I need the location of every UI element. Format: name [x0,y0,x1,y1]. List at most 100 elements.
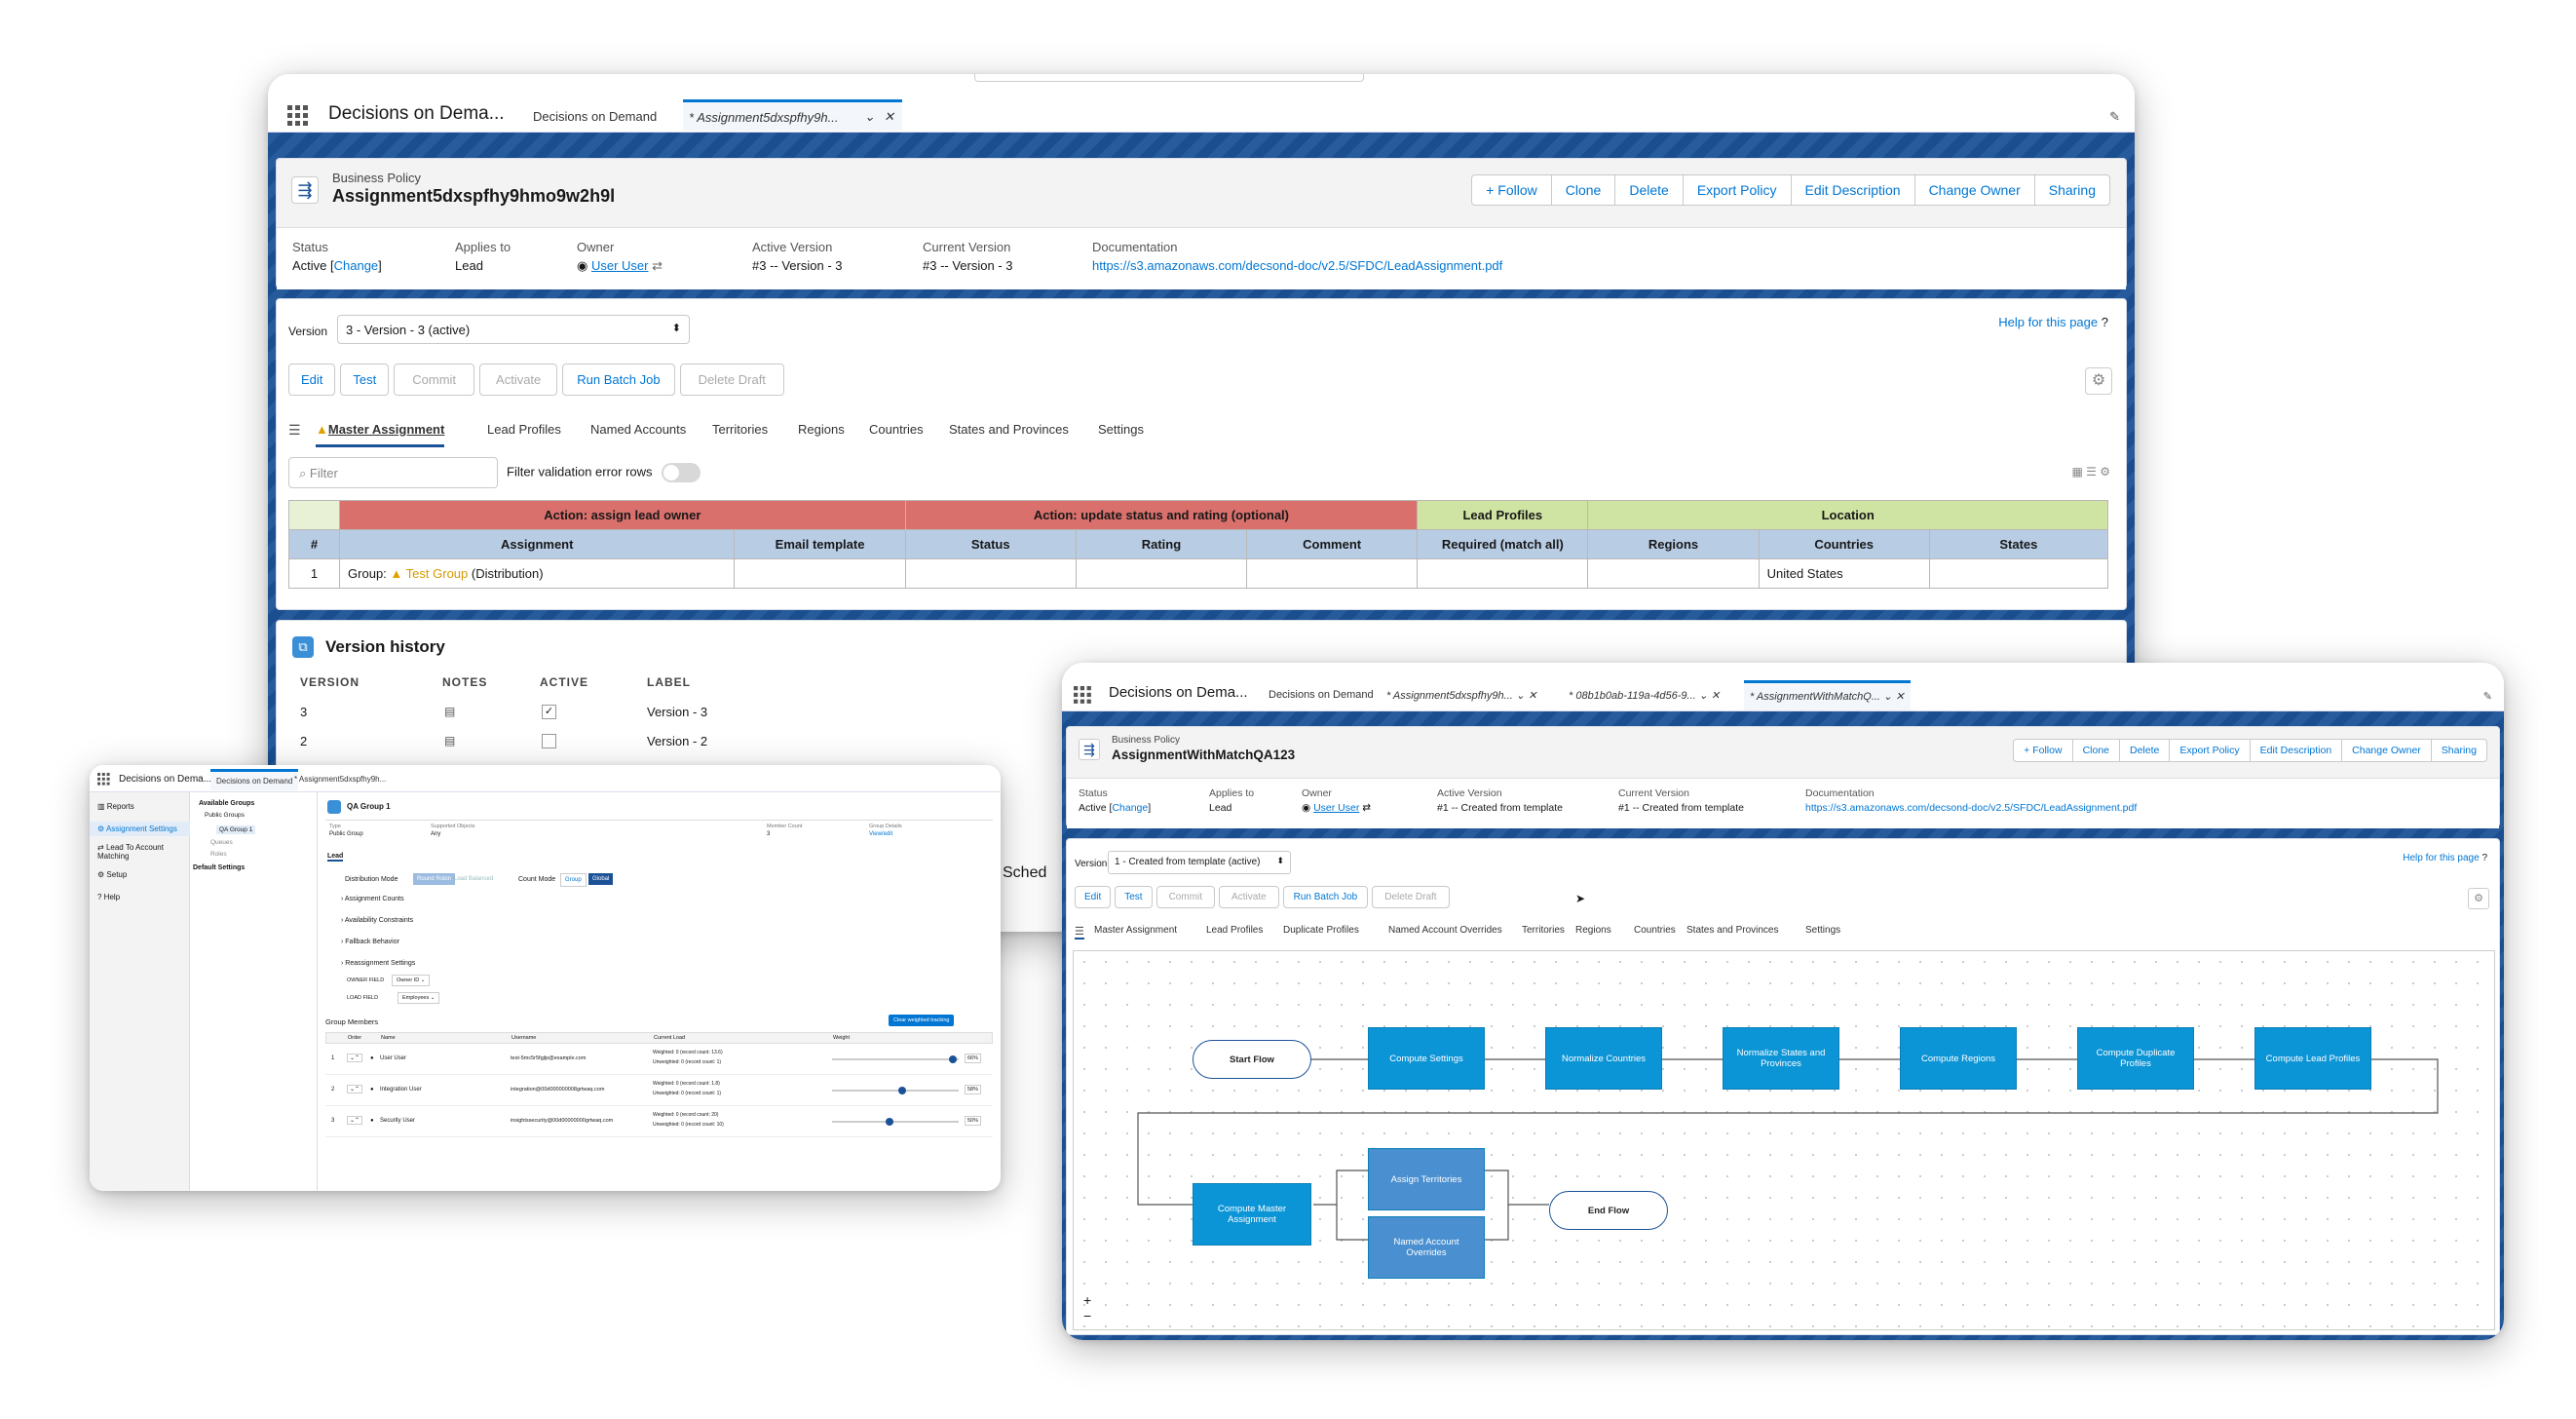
filter-validation-toggle[interactable]: Filter validation error rows [507,463,701,482]
slider-handle[interactable] [885,1118,893,1126]
help-link[interactable]: Help for this page ? [2403,853,2487,863]
tree-public-groups[interactable]: Public Groups [205,812,245,819]
edit-description-button[interactable]: Edit Description [1790,174,1915,206]
tab-lead[interactable]: Lead [327,853,344,862]
load-field-select[interactable]: Employees ⌄ [398,992,440,1004]
close-icon[interactable]: ✕ [1711,690,1720,702]
compute-regions-node[interactable]: Compute Regions [1900,1027,2017,1090]
compute-settings-node[interactable]: Compute Settings [1368,1027,1485,1090]
app-launcher-icon[interactable] [287,105,308,126]
col-email-template[interactable]: Email template [734,529,906,559]
nav-assignment-settings[interactable]: ⚙ Assignment Settings [90,822,190,836]
rating-cell[interactable] [1075,558,1248,589]
edit-button[interactable]: Edit [288,364,336,396]
nav-setup[interactable]: ⚙ Setup [97,870,127,879]
slider-handle[interactable] [897,1087,906,1094]
tab-assignment[interactable]: * Assignment5dxspfhy9h... [294,775,386,784]
col-states[interactable]: States [1928,529,2109,559]
subtab-lead-profiles[interactable]: Lead Profiles [487,422,561,437]
zoom-out-button[interactable]: − [1083,1308,1091,1323]
table-row[interactable]: 1 ⌄⌃ ● User User test-5mc5r5fgjlp@example.co… [325,1046,993,1075]
edit-button[interactable]: Edit [1075,886,1112,908]
move-arrows-icon[interactable]: ⌄⌃ [347,1116,363,1125]
change-owner-icon[interactable]: ⇄ [652,258,663,273]
weight-slider[interactable] [832,1121,959,1123]
change-status-link[interactable]: Change [1112,802,1148,814]
chevron-down-icon[interactable]: ⌄ [1699,690,1708,702]
email-cell[interactable] [734,558,906,589]
settings-gear-icon[interactable]: ⚙ [2468,888,2489,909]
normalize-states-node[interactable]: Normalize States and Provinces [1723,1027,1839,1090]
test-button[interactable]: Test [340,364,390,396]
states-cell[interactable] [1928,558,2109,589]
nav-lead-to-account[interactable]: ⇄ Lead To Account Matching [97,843,185,861]
group-mode-button[interactable]: Group [560,873,587,887]
status-cell[interactable] [904,558,1077,589]
run-batch-job-button[interactable]: Run Batch Job [562,364,675,396]
tab-decisions-on-demand[interactable]: Decisions on Demand [210,769,299,790]
assign-territories-node[interactable]: Assign Territories [1368,1148,1485,1210]
compute-master-assignment-node[interactable]: Compute Master Assignment [1193,1183,1311,1246]
col-regions[interactable]: Regions [1587,529,1760,559]
filter-input[interactable]: ⌕ Filter [288,457,498,488]
col-comment[interactable]: Comment [1246,529,1419,559]
version-select[interactable]: 3 - Version - 3 (active) ⬍ [337,315,690,344]
change-owner-icon[interactable]: ⇄ [1362,802,1371,814]
section-assignment-counts[interactable]: › Assignment Counts [341,896,404,902]
subtab-7[interactable]: States and Provinces [1686,925,1779,936]
close-icon[interactable]: ✕ [884,109,894,125]
delete-button[interactable]: Delete [1614,174,1684,206]
filter-tabs-icon[interactable]: ☰ [1075,925,1084,940]
notes-icon[interactable]: ▤ [444,734,455,748]
weight-slider[interactable] [832,1058,959,1060]
tree-roles[interactable]: Roles [210,851,227,858]
app-launcher-icon[interactable] [1074,686,1091,704]
slider-handle[interactable] [948,1055,957,1063]
sharing-button[interactable]: Sharing [2033,174,2110,206]
col-required[interactable]: Required (match all) [1417,529,1589,559]
owner-link[interactable]: User User [1313,802,1359,814]
nav-help[interactable]: ? Help [97,893,120,901]
tab-decisions-on-demand[interactable]: Decisions on Demand [1269,689,1374,701]
table-row[interactable]: 2 ⌄⌃ ● Integration User integration@00d00000… [325,1077,993,1106]
commit-button[interactable]: Commit [1155,886,1216,908]
col-rating[interactable]: Rating [1075,529,1248,559]
col-num[interactable]: # [287,529,341,559]
table-row[interactable]: 1 Group: ▲ Test Group (Distribution) Uni… [287,558,2109,589]
details-link[interactable]: View/edit [869,831,892,837]
documentation-link[interactable]: https://s3.amazonaws.com/decsond-doc/v2.… [1092,258,1502,273]
filter-tabs-icon[interactable]: ☰ [288,422,301,439]
subtab-2[interactable]: Duplicate Profiles [1283,925,1359,936]
subtab-states-provinces[interactable]: States and Provinces [949,422,1069,437]
col-status[interactable]: Status [904,529,1077,559]
tab-assignment[interactable]: * Assignment5dxspfhy9h... ⌄ ✕ [683,99,902,131]
section-fallback[interactable]: › Fallback Behavior [341,939,399,945]
toggle-switch[interactable] [662,463,701,482]
named-account-overrides-node[interactable]: Named Account Overrides [1368,1216,1485,1279]
global-mode-button[interactable]: Global [588,873,614,885]
section-availability[interactable]: › Availability Constraints [341,917,413,924]
clear-tracking-button[interactable]: Clear weighted tracking [889,1015,955,1026]
move-arrows-icon[interactable]: ⌄⌃ [347,1054,363,1062]
pencil-icon[interactable]: ✎ [2483,690,2492,703]
owner-field-select[interactable]: Owner ID ⌄ [392,975,431,986]
owner-link[interactable]: User User [591,258,649,273]
col-countries[interactable]: Countries [1758,529,1930,559]
tab-decisions-on-demand[interactable]: Decisions on Demand [533,109,657,124]
start-flow-node[interactable]: Start Flow [1193,1040,1311,1079]
delete-draft-button[interactable]: Delete Draft [679,364,784,396]
subtab-territories[interactable]: Territories [712,422,768,437]
required-cell[interactable] [1417,558,1589,589]
run-batch-job-button[interactable]: Run Batch Job [1282,886,1369,908]
follow-button[interactable]: + Follow [1471,174,1552,206]
round-robin-button[interactable]: Round Robin [413,873,456,885]
notes-icon[interactable]: ▤ [444,705,455,718]
subtab-5[interactable]: Regions [1575,925,1611,936]
global-search[interactable]: Search... [974,74,1364,82]
delete-draft-button[interactable]: Delete Draft [1372,886,1450,908]
delete-button[interactable]: Delete [2119,739,2171,762]
tree-queues[interactable]: Queues [210,839,233,846]
weight-percent[interactable]: 50% [965,1116,982,1126]
table-row[interactable]: 3 ⌄⌃ ● Security User insightssecurity@00d000… [325,1108,993,1137]
settings-gear-icon[interactable]: ⚙ [2085,367,2112,395]
